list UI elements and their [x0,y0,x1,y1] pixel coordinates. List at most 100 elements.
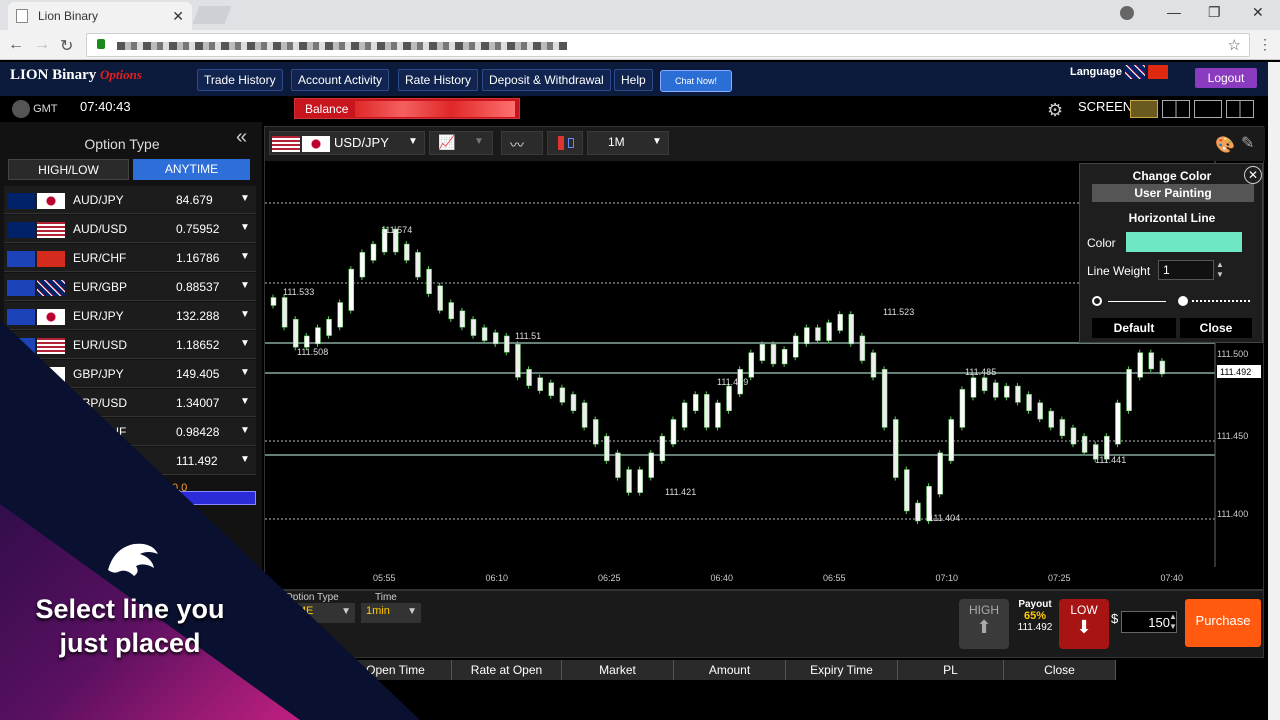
line-weight-stepper[interactable]: ▲ ▼ [1216,260,1224,280]
screen-layout-3-icon[interactable] [1194,100,1222,118]
screen-layout-1-icon[interactable] [1130,100,1158,118]
indicator-button[interactable]: 〰 [501,131,543,155]
server-time: 07:40:43 [80,99,131,114]
amount-stepper[interactable]: ▲ ▼ [1169,612,1177,632]
nav-help[interactable]: Help [614,69,653,91]
price-annotation: 111.441 [1095,455,1126,465]
minimize-button[interactable]: — [1167,4,1181,20]
page-icon [16,9,28,23]
url-field[interactable]: ☆ [86,33,1250,57]
settings-gear-icon[interactable]: ⚙ [1047,100,1063,121]
payout-label: Payout [1018,599,1052,610]
column-expiry-time: Expiry Time [786,660,898,680]
chart-type-selector[interactable]: 📈 ▼ [429,131,493,155]
purchase-button[interactable]: Purchase [1185,599,1261,647]
back-icon[interactable]: ← [8,36,24,54]
candle-body [948,419,955,462]
asset-name: AUD/USD [73,222,128,236]
high-button[interactable]: HIGH ⬆ [959,599,1009,649]
menu-icon[interactable]: ⋮ [1258,36,1272,53]
tab-close-icon[interactable]: ✕ [172,8,184,25]
x-tick-label: 06:10 [486,573,509,583]
expand-arrow-icon[interactable]: ▼ [240,193,250,204]
nav-trade-history[interactable]: Trade History [197,69,283,91]
china-flag-icon[interactable] [1148,65,1169,79]
candle-style-button[interactable] [547,131,583,155]
candle-body [404,243,410,261]
expand-arrow-icon[interactable]: ▼ [240,396,250,407]
expand-arrow-icon[interactable]: ▼ [240,454,250,465]
browser-tab[interactable]: Lion Binary ✕ [8,2,192,30]
close-button[interactable]: Close [1180,318,1252,338]
color-swatch[interactable] [1126,232,1242,252]
expand-arrow-icon[interactable]: ▼ [240,222,250,233]
low-button[interactable]: LOW ⬇ [1059,599,1109,649]
page-scrollbar[interactable] [1268,62,1280,720]
bookmark-star-icon[interactable]: ☆ [1228,36,1241,54]
profile-icon[interactable] [1120,6,1134,20]
candle-body [692,394,699,411]
japan-flag-icon [302,136,330,152]
nav-rate-history[interactable]: Rate History [398,69,479,91]
chart-toolbar: USD/JPY ▼ 📈 ▼ 〰 1M ▼ 🎨 ✎ [265,127,1265,161]
time-label: Time [375,592,397,603]
price-annotation: 111.485 [965,367,996,377]
nav-deposit-withdrawal[interactable]: Deposit & Withdrawal [482,69,611,91]
balance-label: Balance [305,102,349,116]
forward-icon[interactable]: → [34,36,50,54]
asset-row-eur-jpy[interactable]: EUR/JPY 132.288 ▼ [4,302,256,330]
symbol-selector[interactable]: USD/JPY ▼ [269,131,425,155]
new-tab-button[interactable] [192,6,232,24]
timeframe-dropdown-icon[interactable]: ▼ [652,136,662,147]
nav-account-activity[interactable]: Account Activity [291,69,390,91]
collapse-panel-icon[interactable]: « [236,126,247,149]
timeframe-selector[interactable]: 1M ▼ [587,131,669,155]
screen-layout-2-icon[interactable] [1162,100,1190,118]
screen-label: SCREEN [1078,99,1133,114]
maximize-button[interactable]: ❐ [1208,4,1221,21]
address-toolbar: ← → ↻ ☆ ⋮ [0,30,1280,60]
candle-body [1037,402,1043,420]
asset-name: EUR/GBP [73,280,128,294]
tab-high-low[interactable]: HIGH/LOW [8,159,129,180]
window-close-button[interactable]: ✕ [1252,4,1264,21]
line-weight-input[interactable]: 1 [1158,260,1214,280]
candle-body [992,382,999,398]
expand-arrow-icon[interactable]: ▼ [240,425,250,436]
expand-arrow-icon[interactable]: ▼ [240,280,250,291]
default-button[interactable]: Default [1092,318,1176,338]
pen-icon[interactable]: ✎ [1241,133,1254,153]
uk-flag-icon[interactable] [1125,65,1146,79]
candle-body [292,318,299,348]
usd-flag-icon [37,338,65,354]
candle-body [337,302,343,328]
solid-line-radio[interactable] [1092,296,1102,306]
panel-close-icon[interactable]: ✕ [1244,166,1262,184]
asset-row-aud-usd[interactable]: AUD/USD 0.75952 ▼ [4,215,256,243]
palette-icon[interactable]: 🎨 [1215,135,1235,155]
reload-icon[interactable]: ↻ [60,36,73,56]
x-tick-label: 06:25 [598,573,621,583]
screen-layout-4-icon[interactable] [1226,100,1254,118]
option-type-dropdown-icon: ▼ [341,606,351,617]
chart-type-dropdown-icon[interactable]: ▼ [474,136,484,147]
asset-price: 149.405 [176,367,220,381]
asset-name: GBP/JPY [73,367,124,381]
asset-row-eur-usd[interactable]: EUR/USD 1.18652 ▼ [4,331,256,359]
expand-arrow-icon[interactable]: ▼ [240,367,250,378]
asset-row-eur-chf[interactable]: EUR/CHF 1.16786 ▼ [4,244,256,272]
candle-body [448,302,455,320]
tab-anytime[interactable]: ANYTIME [133,159,250,180]
expand-arrow-icon[interactable]: ▼ [240,309,250,320]
expand-arrow-icon[interactable]: ▼ [240,338,250,349]
dotted-line-sample [1192,300,1250,302]
symbol-dropdown-icon[interactable]: ▼ [408,136,418,147]
dotted-line-radio[interactable] [1178,296,1188,306]
asset-row-eur-gbp[interactable]: EUR/GBP 0.88537 ▼ [4,273,256,301]
logout-button[interactable]: Logout [1195,68,1257,88]
asset-row-aud-jpy[interactable]: AUD/JPY 84.679 ▼ [4,186,256,214]
chat-now-button[interactable]: Chat Now! [660,70,732,92]
expand-arrow-icon[interactable]: ▼ [240,251,250,262]
time-select[interactable]: 1min ▼ [361,603,421,623]
asset-price: 84.679 [176,193,213,207]
